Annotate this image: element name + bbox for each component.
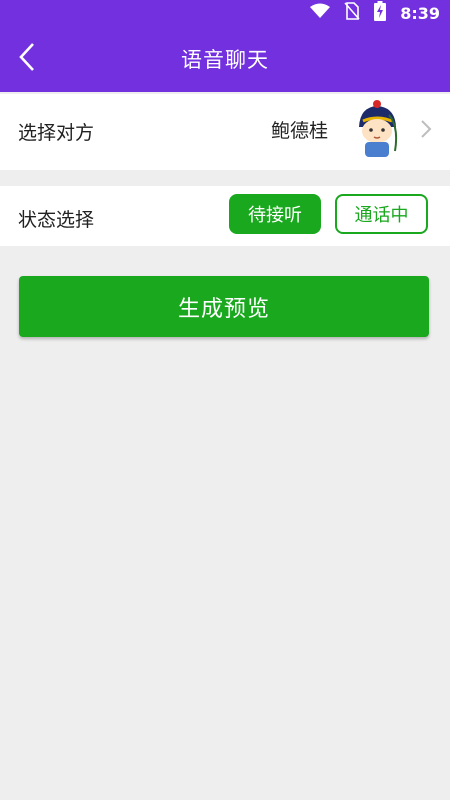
peer-name: 鲍德桂 xyxy=(270,120,328,142)
state-select-label: 状态选择 xyxy=(18,209,95,231)
status-icons: 8:39 xyxy=(310,0,440,26)
avatar[interactable] xyxy=(345,97,409,161)
clock-time: 8:39 xyxy=(400,3,440,23)
no-sim-icon xyxy=(344,2,360,24)
generate-preview-button[interactable]: 生成预览 xyxy=(19,276,429,337)
wifi-icon xyxy=(310,3,331,23)
page-title: 语音聊天 xyxy=(181,48,269,72)
state-waiting-button[interactable]: 待接听 xyxy=(229,194,321,234)
state-in-call-button[interactable]: 通话中 xyxy=(335,194,428,234)
select-peer-label: 选择对方 xyxy=(18,122,95,144)
battery-charging-icon xyxy=(374,1,387,25)
status-bar: 8:39 xyxy=(0,0,450,26)
chevron-right-icon xyxy=(418,118,434,140)
app-bar: 语音聊天 xyxy=(0,26,450,92)
